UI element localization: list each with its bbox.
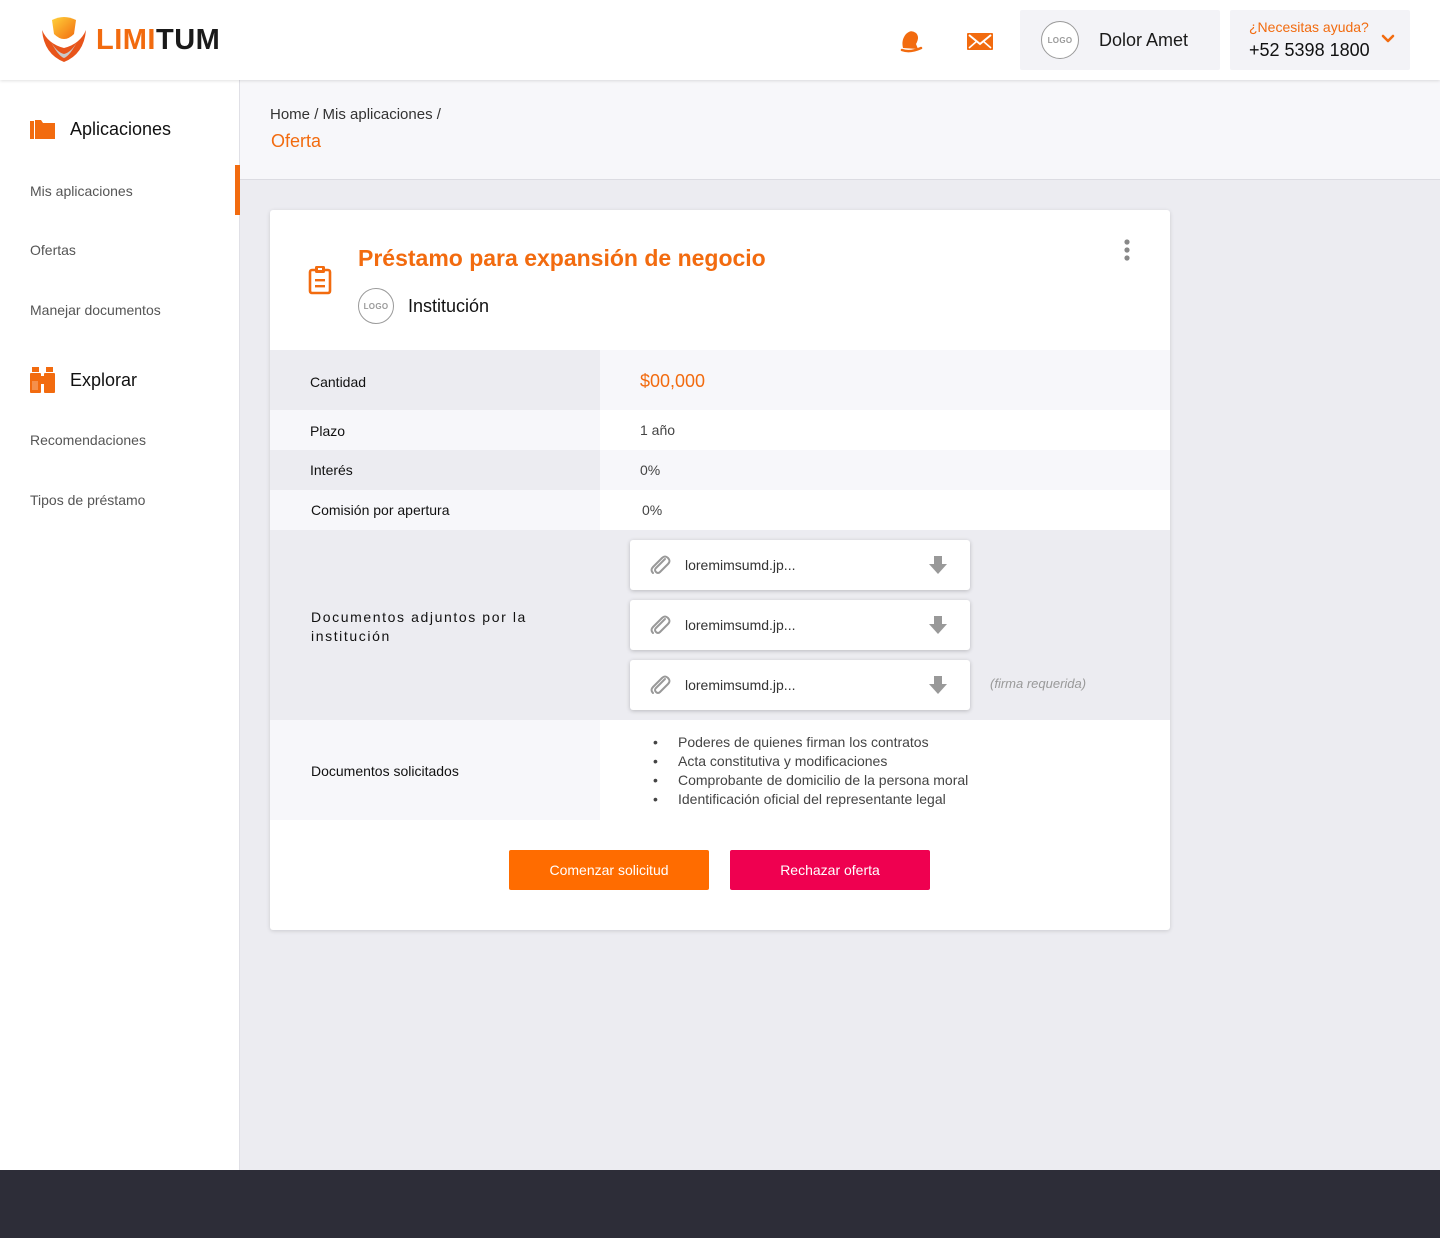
row-value: 0% bbox=[642, 502, 663, 518]
attachment-name: loremimsumd.jp... bbox=[685, 677, 796, 693]
brand-shield-icon bbox=[42, 17, 86, 62]
mail-icon[interactable] bbox=[965, 26, 995, 56]
breadcrumb-path: Home / Mis aplicaciones / bbox=[270, 106, 441, 123]
row-value: 1 año bbox=[640, 422, 676, 438]
sidebar-item-recomendaciones[interactable]: Recomendaciones bbox=[30, 432, 146, 448]
institution-logo: LOGO bbox=[358, 288, 394, 324]
help-phone: +52 5398 1800 bbox=[1249, 40, 1370, 60]
breadcrumb: Home / Mis aplicaciones / Oferta bbox=[240, 80, 1440, 180]
breadcrumb-mis-aplicaciones[interactable]: Mis aplicaciones bbox=[323, 106, 433, 123]
requested-docs-list: Poderes de quienes firman los contratos … bbox=[650, 733, 968, 809]
reject-offer-button[interactable]: Rechazar oferta bbox=[730, 850, 930, 890]
paperclip-icon bbox=[650, 675, 671, 694]
binoculars-icon bbox=[30, 367, 55, 393]
offer-row-comision: Comisión por apertura 0% bbox=[270, 490, 1170, 530]
sidebar-section-explorar: Explorar bbox=[30, 367, 137, 393]
start-application-button[interactable]: Comenzar solicitud bbox=[509, 850, 709, 890]
offer-title: Préstamo para expansión de negocio bbox=[358, 245, 766, 271]
user-avatar: LOGO bbox=[1041, 21, 1079, 59]
row-label: Interés bbox=[310, 462, 353, 478]
page-title: Oferta bbox=[271, 131, 322, 151]
sidebar: Aplicaciones Mis aplicaciones Ofertas Ma… bbox=[0, 80, 240, 1170]
breadcrumb-separator: / bbox=[314, 106, 319, 123]
clipboard-icon bbox=[308, 266, 332, 295]
top-header: LIMITUM LOGO Dolor Amet ¿Necesitas ayuda… bbox=[0, 0, 1440, 80]
download-icon[interactable] bbox=[928, 555, 948, 575]
sidebar-section-title: Aplicaciones bbox=[70, 118, 172, 139]
institution-name: Institución bbox=[408, 296, 490, 316]
row-value: 0% bbox=[640, 462, 661, 478]
offer-row-cantidad: Cantidad $00,000 bbox=[270, 350, 1170, 410]
sidebar-item-tipos-de-prestamo[interactable]: Tipos de préstamo bbox=[30, 492, 145, 508]
list-item: Poderes de quienes firman los contratos bbox=[650, 733, 968, 752]
row-label: Documentos adjuntos por la institución bbox=[311, 609, 527, 644]
download-icon[interactable] bbox=[928, 615, 948, 635]
user-menu[interactable]: LOGO Dolor Amet bbox=[1020, 10, 1220, 70]
offer-row-attachments: Documentos adjuntos por la institución l… bbox=[270, 530, 1170, 720]
sidebar-section-title: Explorar bbox=[70, 369, 138, 390]
help-dropdown[interactable]: ¿Necesitas ayuda? +52 5398 1800 bbox=[1230, 10, 1410, 70]
folder-icon bbox=[30, 120, 55, 139]
list-item: Identificación oficial del representante… bbox=[650, 790, 968, 809]
attachment-name: loremimsumd.jp... bbox=[685, 557, 796, 573]
chevron-down-icon bbox=[1381, 34, 1395, 43]
footer bbox=[0, 1170, 1440, 1238]
offer-row-interes: Interés 0% bbox=[270, 450, 1170, 490]
row-label: Cantidad bbox=[310, 374, 367, 390]
breadcrumb-separator: / bbox=[436, 106, 441, 123]
row-value-amount: $00,000 bbox=[640, 371, 706, 391]
offer-row-plazo: Plazo 1 año bbox=[270, 410, 1170, 450]
paperclip-icon bbox=[650, 615, 671, 634]
help-question: ¿Necesitas ayuda? bbox=[1249, 19, 1369, 35]
attachment-name: loremimsumd.jp... bbox=[685, 617, 796, 633]
brand-wordmark: LIMITUM bbox=[96, 23, 221, 56]
row-label: Plazo bbox=[310, 423, 346, 439]
user-name: Dolor Amet bbox=[1099, 29, 1189, 50]
sidebar-item-mis-aplicaciones[interactable]: Mis aplicaciones bbox=[30, 183, 133, 199]
offer-card: Préstamo para expansión de negocio LOGO … bbox=[270, 210, 1170, 930]
row-label: Documentos solicitados bbox=[311, 763, 459, 779]
sidebar-item-manejar-documentos[interactable]: Manejar documentos bbox=[30, 302, 161, 318]
sidebar-active-indicator bbox=[235, 165, 240, 215]
offer-row-requested-docs: Documentos solicitados Poderes de quiene… bbox=[270, 720, 1170, 820]
sidebar-section-aplicaciones: Aplicaciones bbox=[30, 118, 171, 140]
list-item: Acta constitutiva y modificaciones bbox=[650, 752, 968, 771]
row-label: Comisión por apertura bbox=[311, 502, 450, 518]
brand-logo[interactable]: LIMITUM bbox=[38, 14, 220, 66]
sidebar-item-ofertas[interactable]: Ofertas bbox=[30, 242, 76, 258]
paperclip-icon bbox=[650, 555, 671, 574]
attachment-file[interactable]: loremimsumd.jp... bbox=[630, 660, 970, 710]
signature-required-note: (firma requerida) bbox=[990, 676, 1087, 691]
more-options-icon[interactable] bbox=[1123, 238, 1131, 264]
attachment-file[interactable]: loremimsumd.jp... bbox=[630, 540, 970, 590]
download-icon[interactable] bbox=[928, 675, 948, 695]
bell-icon[interactable] bbox=[895, 26, 925, 56]
breadcrumb-home[interactable]: Home bbox=[270, 106, 310, 123]
list-item: Comprobante de domicilio de la persona m… bbox=[650, 771, 968, 790]
attachment-file[interactable]: loremimsumd.jp... bbox=[630, 600, 970, 650]
